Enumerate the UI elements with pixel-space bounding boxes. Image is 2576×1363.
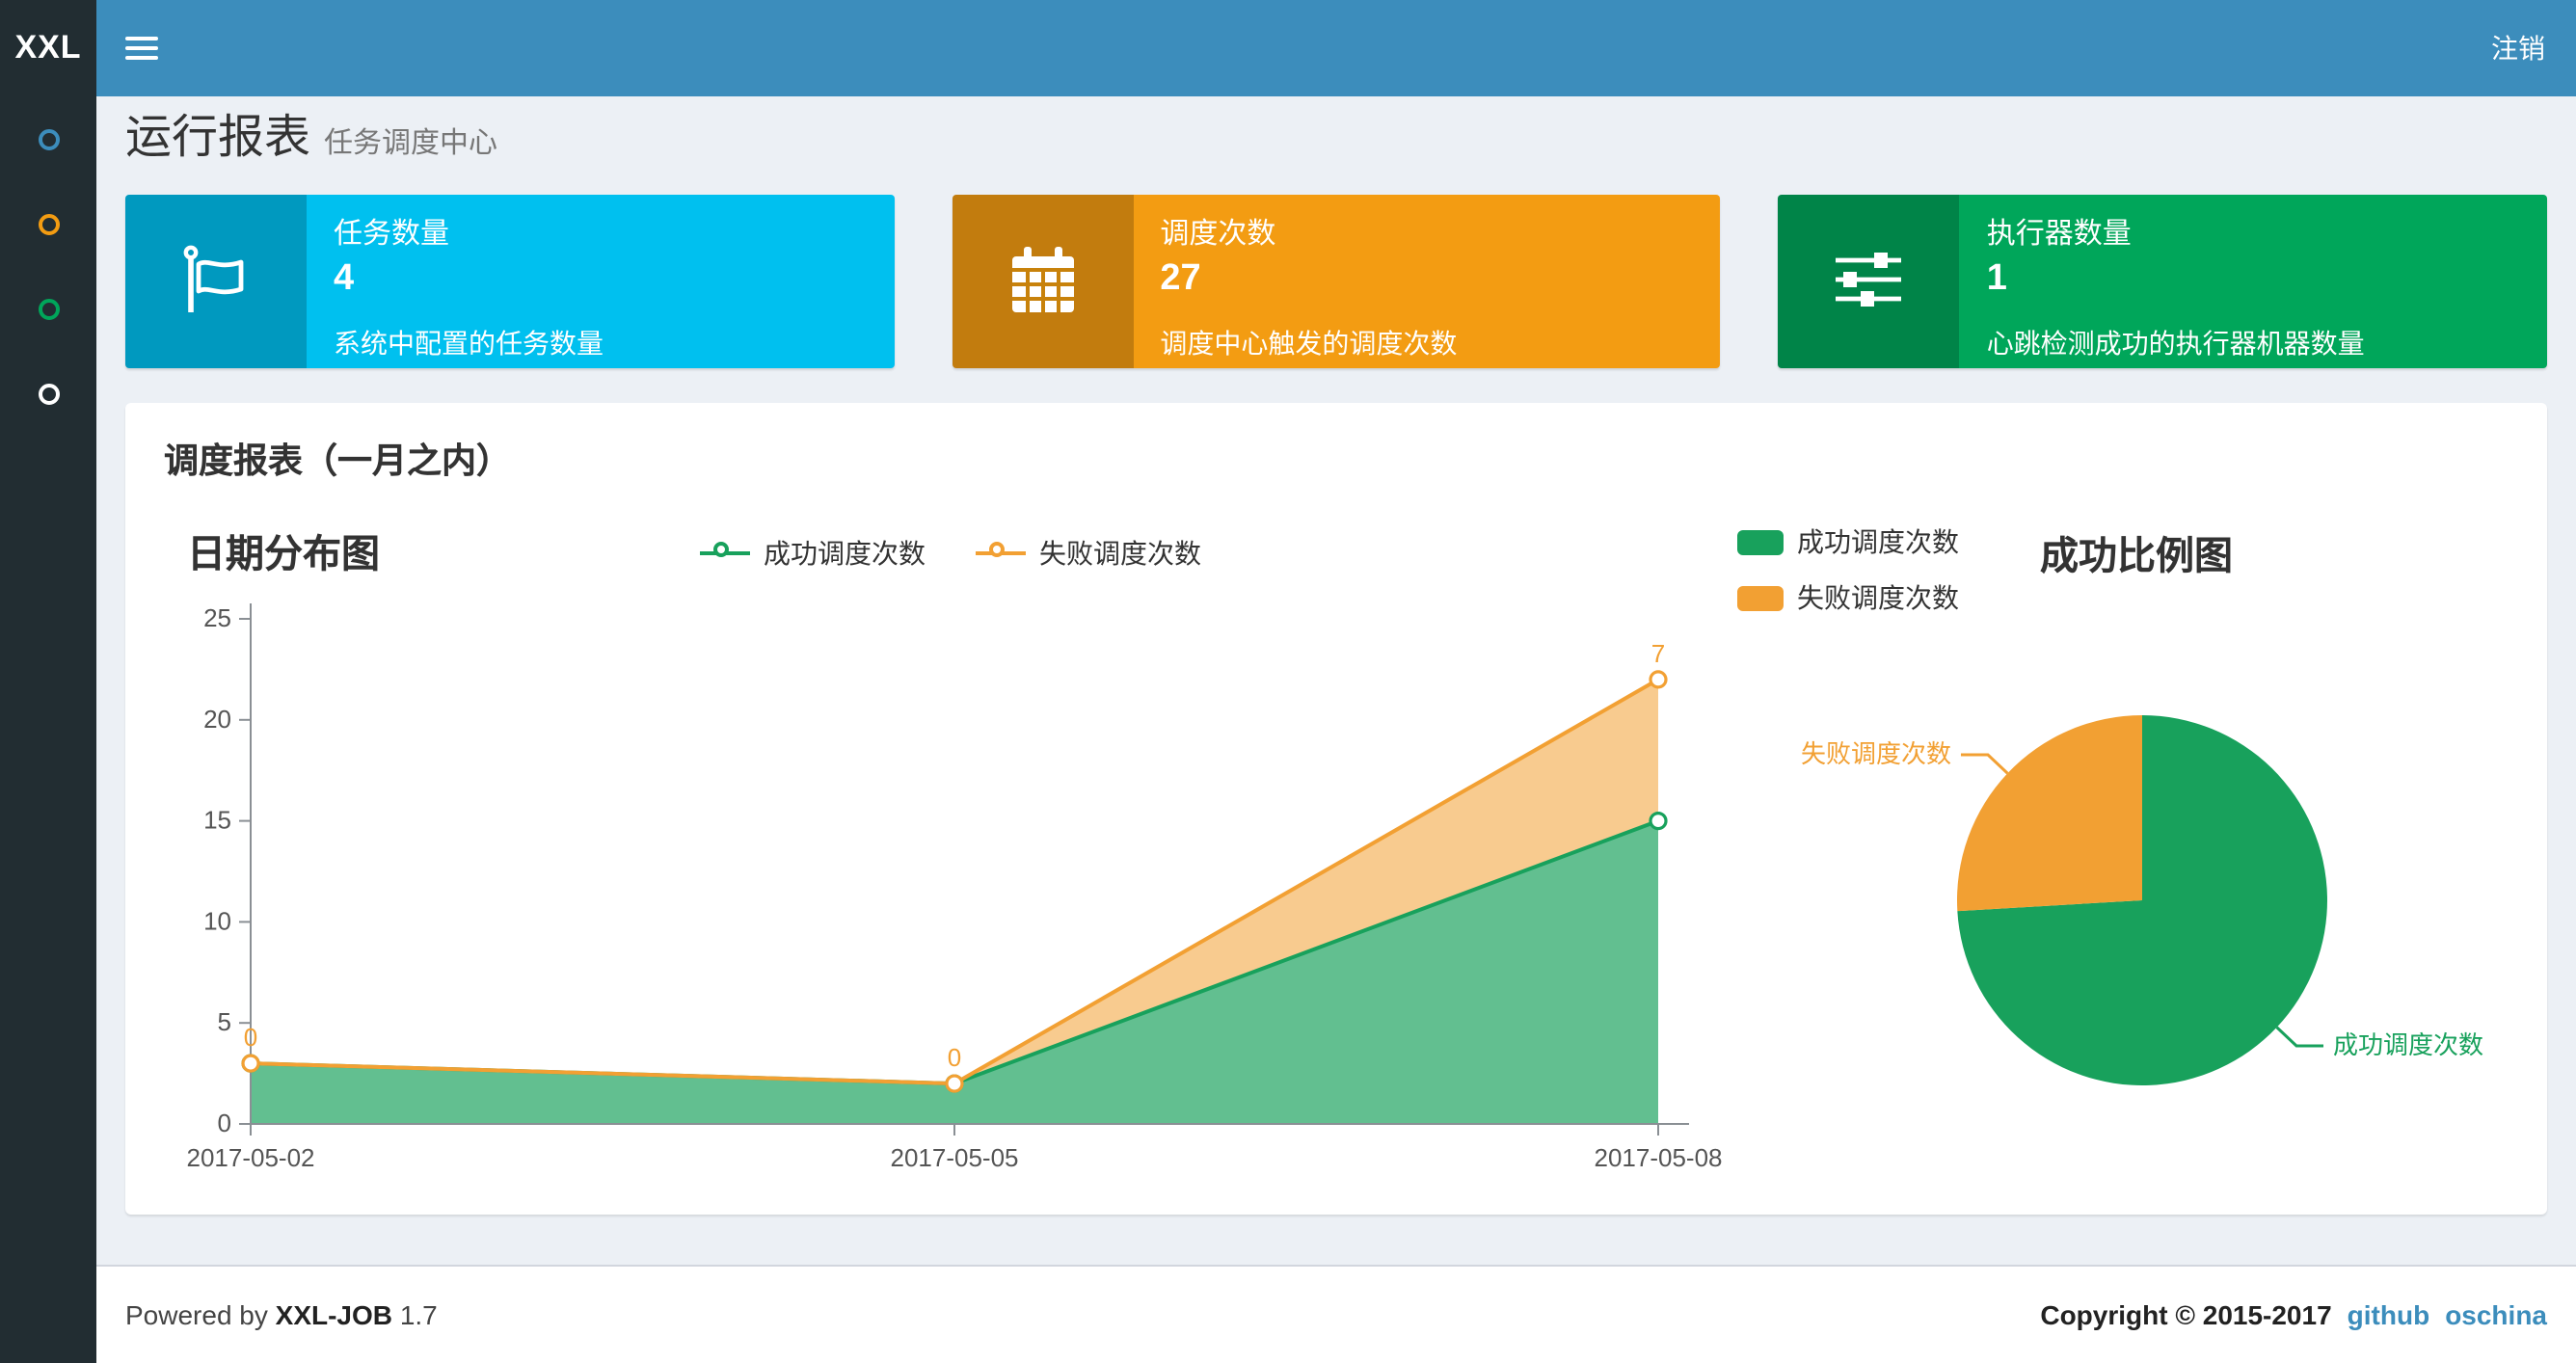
sidebar-item-0[interactable] xyxy=(0,96,96,181)
success-ratio-chart: 成功调度次数 失败调度次数 xyxy=(1801,715,2483,1085)
page-title-text: 运行报表 xyxy=(125,112,310,164)
info-box-desc: 心跳检测成功的执行器机器数量 xyxy=(1986,328,2365,359)
svg-text:5: 5 xyxy=(218,1007,231,1036)
calendar-icon xyxy=(952,195,1134,368)
svg-text:成功调度次数: 成功调度次数 xyxy=(2333,1030,2483,1059)
svg-text:20: 20 xyxy=(203,705,231,734)
circle-outline-icon xyxy=(38,383,59,404)
info-box-label: 执行器数量 xyxy=(1986,218,2132,251)
sidebar xyxy=(0,96,96,1363)
info-box-value: 1 xyxy=(1986,258,2007,299)
legend-item-success[interactable]: 成功调度次数 xyxy=(1737,522,1959,561)
info-box-desc: 调度中心触发的调度次数 xyxy=(1160,328,1458,359)
date-distribution-chart: 05101520252017-05-02 2017-05-05 2017-05-08… xyxy=(187,603,1723,1172)
panel-title: 调度报表（一月之内） xyxy=(164,441,511,480)
content-header: 运行报表 任务调度中心 xyxy=(125,112,2547,172)
date-distribution-section: 日期分布图 成功调度次数 失败调度次数 0 5 10 15 20 25 2017… xyxy=(164,519,1737,1195)
sidebar-item-3[interactable] xyxy=(0,351,96,436)
info-box-2: 执行器数量 1 心跳检测成功的执行器机器数量 xyxy=(1778,195,2548,368)
oschina-link[interactable]: oschina xyxy=(2445,1299,2547,1330)
sidebar-item-2[interactable] xyxy=(0,266,96,351)
info-box-1: 调度次数 27 调度中心触发的调度次数 xyxy=(952,195,1721,368)
footer-version: 1.7 xyxy=(399,1299,438,1330)
copyright-text: Copyright © 2015-2017 xyxy=(2040,1299,2332,1330)
svg-text:15: 15 xyxy=(203,806,231,835)
legend-label: 失败调度次数 xyxy=(1039,538,1201,569)
panel-body: 日期分布图 成功调度次数 失败调度次数 0 5 10 15 20 25 2017… xyxy=(125,495,2547,1215)
line-series-marker-icon xyxy=(976,542,1026,565)
content-area: 运行报表 任务调度中心 任务数量 4 系统中配置的任务数量 调度次数 27 调度… xyxy=(96,96,2576,1265)
sliders-icon xyxy=(1778,195,1960,368)
navbar-right: 注销 xyxy=(2460,0,2576,96)
svg-text:2017-05-08: 2017-05-08 xyxy=(1595,1143,1723,1172)
report-panel: 调度报表（一月之内） 日期分布图 成功调度次数 失败调度次数 0 5 10 15… xyxy=(125,403,2547,1215)
line-series-marker-icon xyxy=(700,542,750,565)
pie-chart-title: 成功比例图 xyxy=(2040,536,2233,578)
sidebar-toggle-button[interactable] xyxy=(96,0,185,96)
page-subtitle: 任务调度中心 xyxy=(324,127,498,160)
svg-text:7: 7 xyxy=(1651,639,1665,668)
info-box-content: 调度次数 27 调度中心触发的调度次数 xyxy=(1133,195,1720,368)
hamburger-icon xyxy=(124,37,157,60)
info-box-label: 调度次数 xyxy=(1160,218,1276,251)
page-footer: Powered by XXL-JOB 1.7 Copyright © 2015-… xyxy=(96,1265,2576,1363)
line-chart-legend: 成功调度次数 失败调度次数 xyxy=(164,534,1737,573)
svg-text:0: 0 xyxy=(948,1043,961,1072)
page-title: 运行报表 任务调度中心 xyxy=(125,112,2547,172)
info-box-content: 执行器数量 1 心跳检测成功的执行器机器数量 xyxy=(1960,195,2547,368)
svg-text:10: 10 xyxy=(203,906,231,935)
circle-outline-icon xyxy=(38,213,59,234)
legend-label: 成功调度次数 xyxy=(764,538,926,569)
app-logo-text: XXL xyxy=(14,29,82,66)
pie-chart-header: 成功调度次数 失败调度次数 成功比例图 xyxy=(1737,519,2509,613)
circle-outline-icon xyxy=(38,298,59,319)
info-box-value: 4 xyxy=(334,258,355,299)
info-box-0: 任务数量 4 系统中配置的任务数量 xyxy=(125,195,895,368)
pie-series-marker-icon xyxy=(1737,529,1784,554)
info-box-value: 27 xyxy=(1160,258,1201,299)
sidebar-item-1[interactable] xyxy=(0,181,96,266)
svg-text:2017-05-02: 2017-05-02 xyxy=(187,1143,315,1172)
svg-text:0: 0 xyxy=(244,1023,257,1052)
top-navbar: XXL 注销 xyxy=(0,0,2576,96)
app-root: XXL 注销 运行报表 任务调度中心 任务数量 4 系统中配置的任务数量 调度次… xyxy=(0,0,2576,1363)
legend-item-success[interactable]: 成功调度次数 xyxy=(700,534,926,573)
svg-text:失败调度次数: 失败调度次数 xyxy=(1801,739,1951,768)
github-link[interactable]: github xyxy=(2348,1299,2430,1330)
flag-icon xyxy=(125,195,307,368)
svg-text:25: 25 xyxy=(203,603,231,632)
info-box-label: 任务数量 xyxy=(334,218,450,251)
svg-text:2017-05-05: 2017-05-05 xyxy=(891,1143,1019,1172)
circle-outline-icon xyxy=(38,128,59,149)
summary-boxes: 任务数量 4 系统中配置的任务数量 调度次数 27 调度中心触发的调度次数 执行… xyxy=(125,195,2548,368)
info-box-desc: 系统中配置的任务数量 xyxy=(334,328,604,359)
info-box-content: 任务数量 4 系统中配置的任务数量 xyxy=(307,195,894,368)
footer-brand: XXL-JOB xyxy=(275,1299,393,1330)
line-chart-header: 日期分布图 成功调度次数 失败调度次数 xyxy=(164,519,1737,588)
logout-link[interactable]: 注销 xyxy=(2460,0,2576,96)
footer-copyright: Copyright © 2015-2017 github oschina xyxy=(2040,1299,2547,1330)
svg-text:0: 0 xyxy=(218,1109,231,1137)
legend-item-fail[interactable]: 失败调度次数 xyxy=(976,534,1201,573)
app-logo[interactable]: XXL xyxy=(0,0,96,96)
footer-powered: Powered by XXL-JOB 1.7 xyxy=(125,1299,438,1330)
powered-prefix: Powered by xyxy=(125,1299,268,1330)
legend-label: 成功调度次数 xyxy=(1797,526,1959,557)
success-ratio-section: 成功调度次数 失败调度次数 成功比例图 成功调度次数 失败调度次数 xyxy=(1737,519,2509,1195)
